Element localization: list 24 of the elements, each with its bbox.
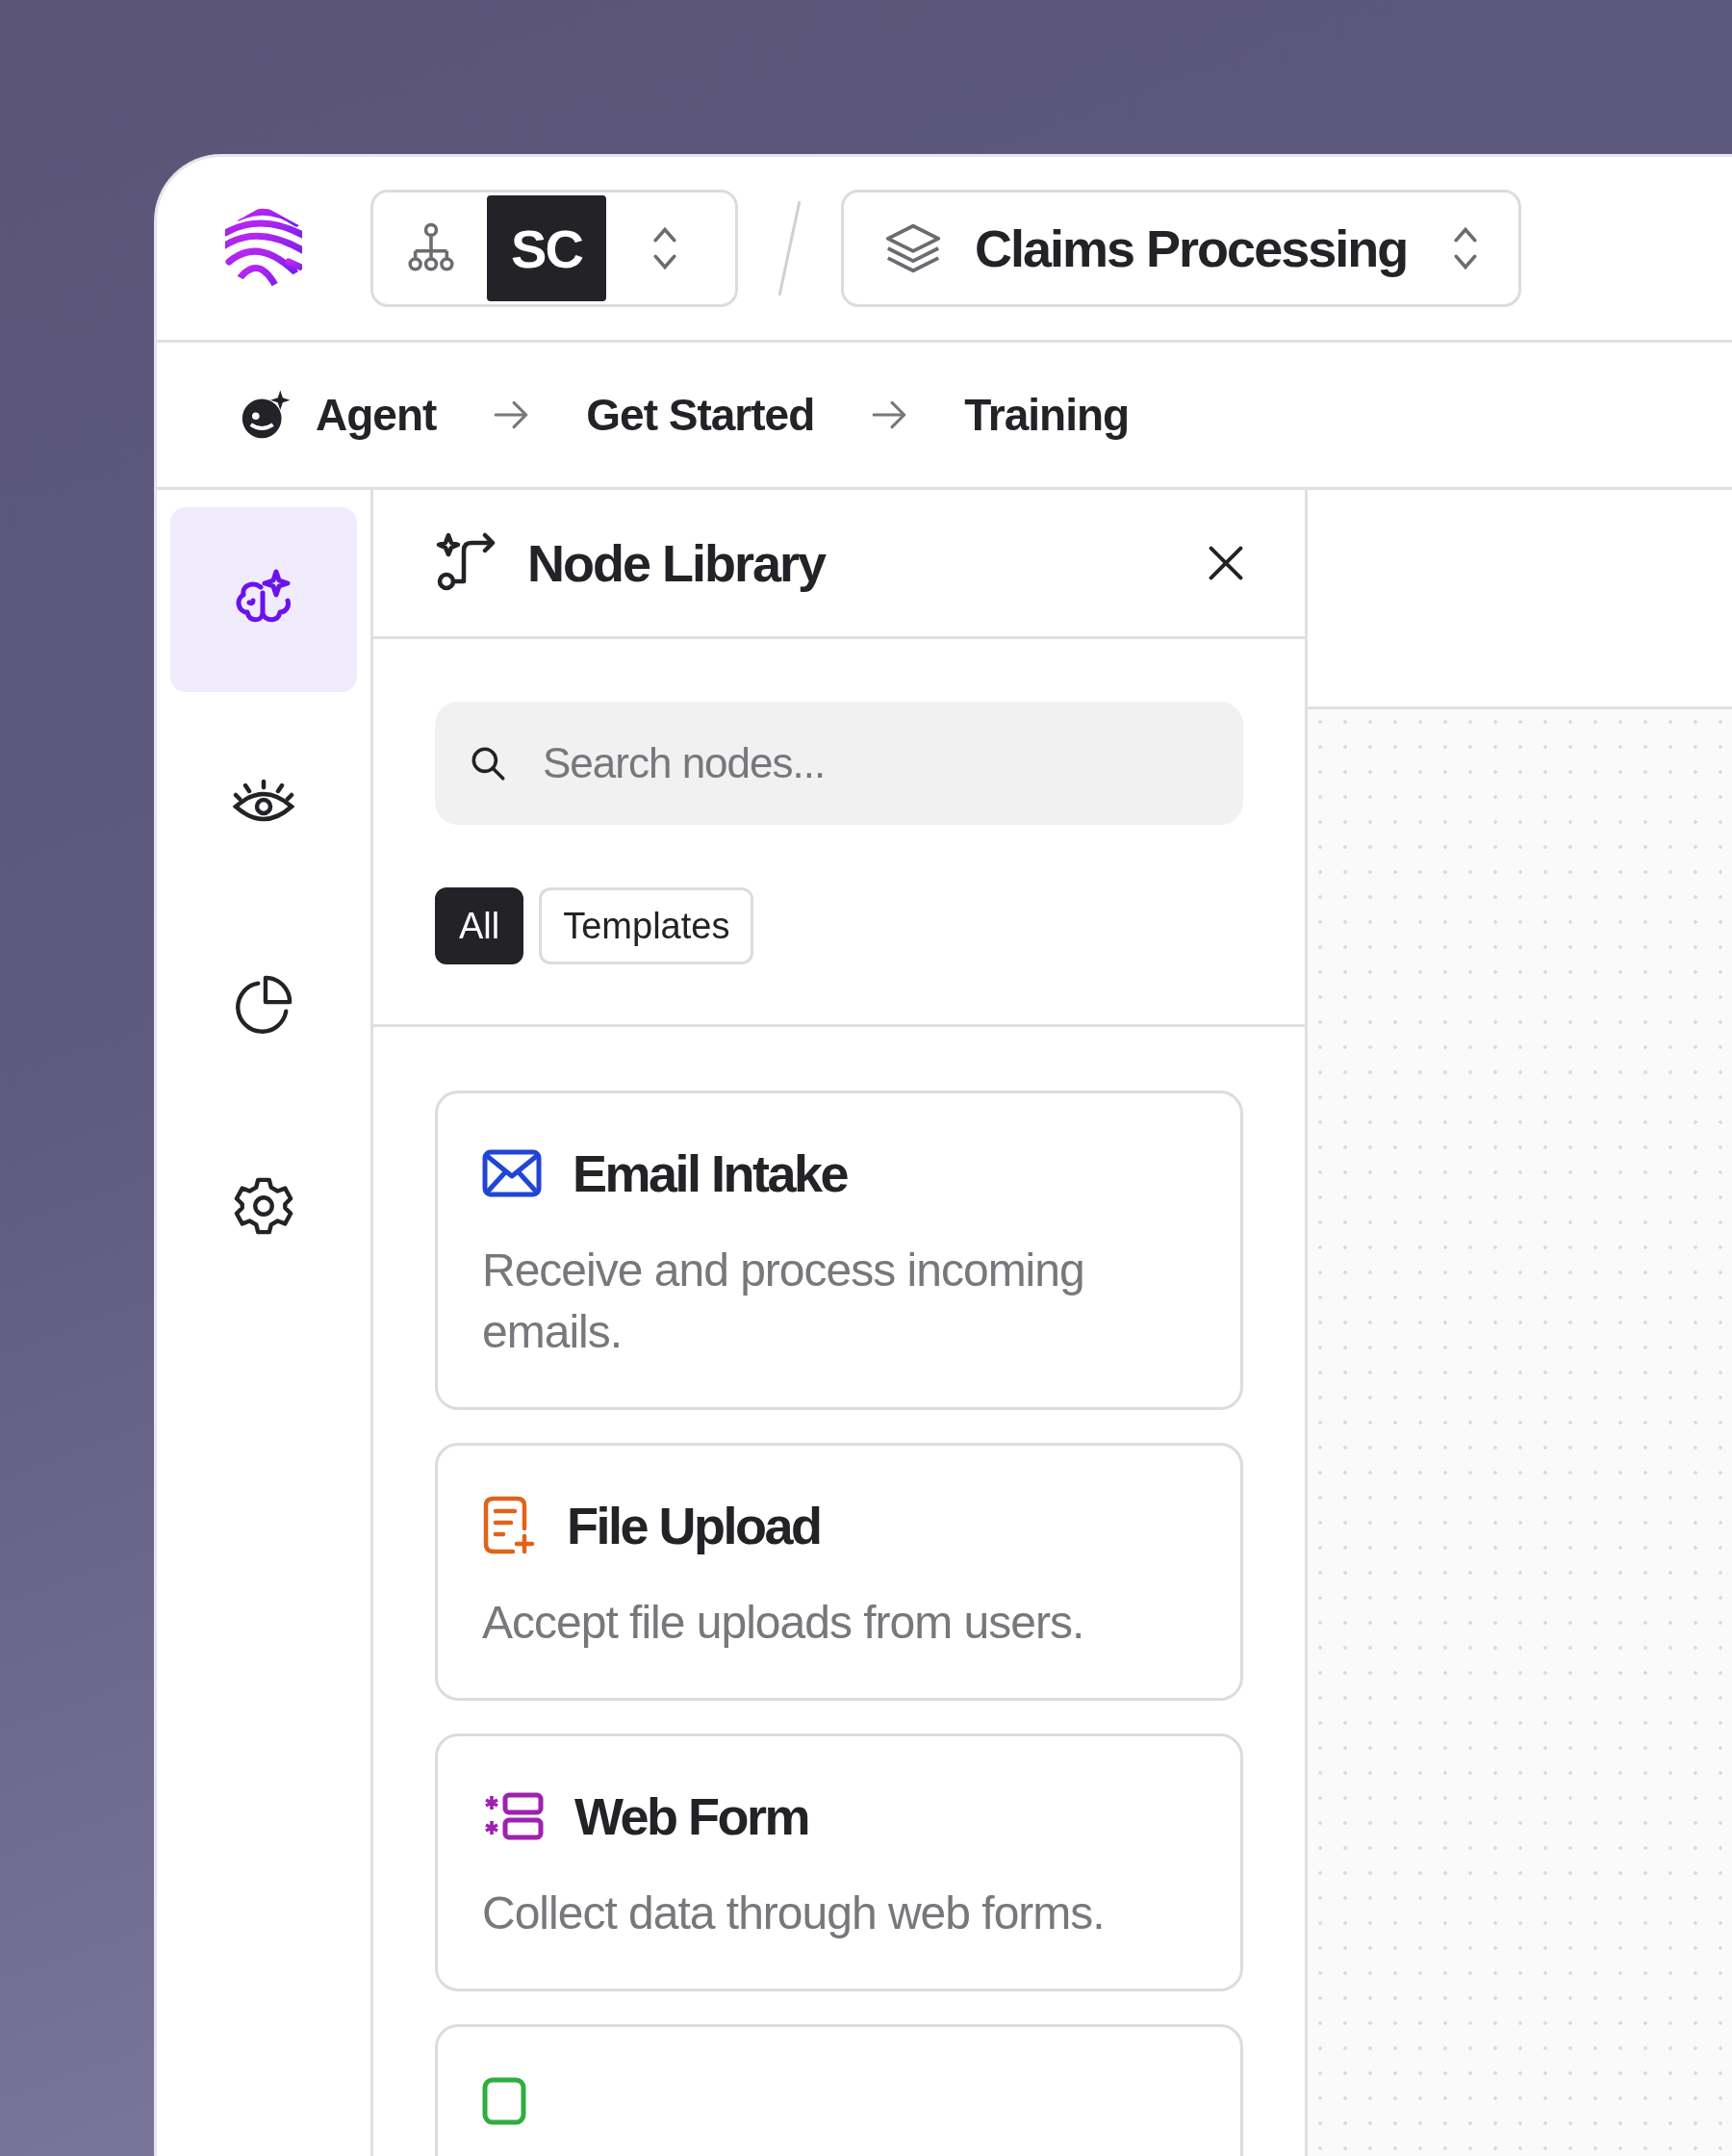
node-title: Web Form [574,1786,808,1846]
organization-avatar: SC [487,195,606,301]
node-card[interactable]: Web Form Collect data through web forms. [435,1733,1243,1991]
node-description: Accept file uploads from users. [482,1596,1085,1650]
panel-title: Node Library [527,533,827,593]
node-card[interactable]: Email Intake Receive and process incoming emails. [435,1091,1243,1410]
node-title: Email Intake [573,1143,848,1203]
sidebar-item[interactable] [170,507,357,692]
node-title: File Upload [567,1496,821,1555]
breadcrumb-link[interactable]: Training [964,389,1130,441]
project-switcher[interactable]: Claims Processing [841,190,1522,307]
search-field[interactable]: Search nodes... [435,702,1243,825]
node-card[interactable] [435,2024,1243,2156]
filter-tab[interactable]: Templates [539,887,754,964]
pie-chart-icon [234,974,293,1034]
node-card[interactable]: File Upload Accept file uploads from users. [435,1443,1243,1701]
settings-icon [234,1176,293,1236]
node-description: Receive and process incoming emails. [482,1244,1085,1359]
breadcrumb-link[interactable]: Get Started [586,389,815,441]
filter-tab[interactable]: All [435,887,524,964]
chevron-updown-icon [650,224,679,272]
node-description: Collect data through web forms. [482,1886,1106,1940]
organization-switcher[interactable]: SC [370,190,738,307]
breadcrumb-link[interactable]: Agent [316,389,437,441]
